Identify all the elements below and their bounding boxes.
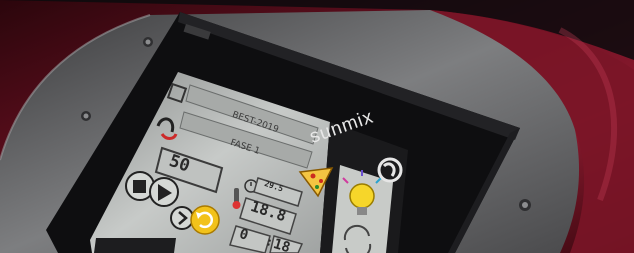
- refresh-icon: [190, 205, 220, 235]
- next-icon: [170, 206, 194, 230]
- product-photo: BEST-2019 FASE 1 50 29.5 18.8 0 : 18 sun…: [0, 0, 634, 253]
- play-icon: [149, 177, 179, 207]
